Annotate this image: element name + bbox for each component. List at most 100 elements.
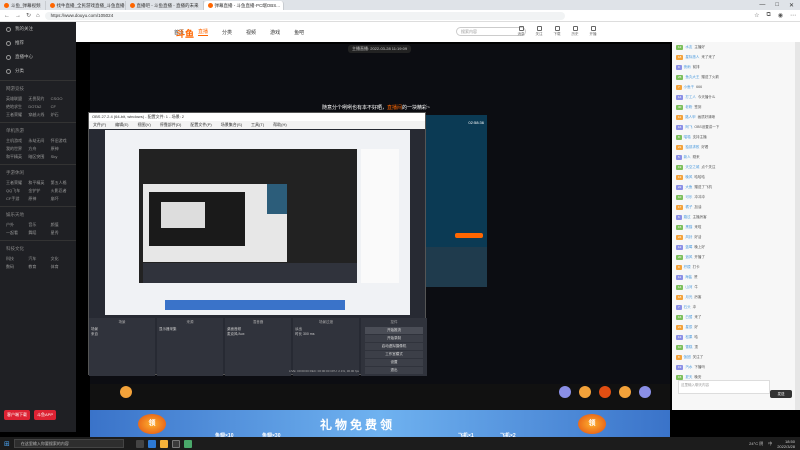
chat-username[interactable]: 路人甲 bbox=[685, 115, 696, 120]
url-input[interactable]: https://www.douyu.com/105024 bbox=[44, 11, 565, 20]
sidebar-tag[interactable]: 方舟 bbox=[28, 146, 47, 152]
refresh-icon[interactable]: ↻ bbox=[26, 12, 31, 19]
chat-username[interactable]: 柠檬 bbox=[684, 265, 691, 270]
obs-panel-item[interactable]: 工作室模式 bbox=[365, 351, 423, 358]
sidebar-tag[interactable]: 数码 bbox=[6, 264, 25, 270]
sidebar-tag[interactable]: 怀旧游戏 bbox=[51, 138, 70, 144]
sidebar-tag[interactable]: 和平精英 bbox=[28, 180, 47, 186]
explorer-icon[interactable] bbox=[159, 439, 168, 448]
sidebar-tag[interactable]: 英雄联盟 bbox=[6, 96, 25, 102]
obs-menu-item[interactable]: 文件(F) bbox=[93, 122, 106, 128]
sidebar-tag[interactable]: 绝地求生 bbox=[6, 104, 25, 110]
obs-panel-item[interactable]: 设置 bbox=[365, 359, 423, 366]
chat-username[interactable]: 松果 bbox=[685, 335, 692, 340]
sidebar-tag[interactable]: 暗区突围 bbox=[28, 154, 47, 160]
obs-panel-item[interactable]: 来自 bbox=[91, 332, 153, 337]
sidebar-tag[interactable]: 一起看 bbox=[6, 230, 25, 236]
chat-username[interactable]: 新人 bbox=[684, 155, 691, 160]
sidebar-item[interactable]: 推荐 bbox=[0, 36, 76, 50]
profile-icon[interactable]: ◉ bbox=[778, 12, 783, 19]
obs-panel-item[interactable]: 开始推流 bbox=[365, 327, 423, 334]
obs-panel-item[interactable]: 开始录制 bbox=[365, 335, 423, 342]
edge-icon[interactable] bbox=[147, 439, 156, 448]
chat-username[interactable]: 星际旅人 bbox=[685, 55, 699, 60]
sidebar-tag[interactable]: 崩坏 bbox=[51, 196, 70, 202]
window-control-1[interactable]: □ bbox=[775, 2, 779, 9]
chat-username[interactable]: 白鹭 bbox=[685, 315, 692, 320]
sidebar-tag[interactable]: Sky bbox=[51, 154, 70, 160]
header-icon-2[interactable]: 下载 bbox=[552, 26, 562, 38]
obs-menu-item[interactable]: 视图(V) bbox=[137, 122, 150, 128]
sidebar-tag[interactable]: 王者荣耀 bbox=[6, 112, 25, 118]
sidebar-tag[interactable]: 和平精英 bbox=[6, 154, 25, 160]
obs-menu-item[interactable]: 工具(T) bbox=[251, 122, 264, 128]
sidebar-tag[interactable]: 金铲铲 bbox=[28, 188, 47, 194]
forward-icon[interactable]: → bbox=[15, 13, 21, 19]
browser-tab[interactable]: 斗鱼_弹幕视频 bbox=[0, 1, 46, 10]
sidebar-tag[interactable]: CSGO bbox=[51, 96, 70, 102]
sidebar-tag[interactable]: 汽车 bbox=[28, 256, 47, 262]
sidebar-item[interactable]: 直播中心 bbox=[0, 50, 76, 64]
window-control-2[interactable]: ✕ bbox=[789, 2, 794, 9]
chat-username[interactable]: 饭团 bbox=[684, 355, 691, 360]
sidebar-tag[interactable]: 科技 bbox=[6, 256, 25, 262]
sidebar-tag[interactable]: CF bbox=[51, 104, 70, 110]
chat-username[interactable]: 晚风 bbox=[685, 175, 692, 180]
star-icon[interactable]: ☆ bbox=[754, 12, 759, 19]
sidebar-tag[interactable]: 户外 bbox=[6, 222, 25, 228]
browser-tab[interactable]: 弹幕直播 - 斗鱼直播·PC端OBS... bbox=[203, 1, 284, 10]
extensions-icon[interactable]: ⧉ bbox=[766, 12, 770, 19]
chat-username[interactable]: 黑猫 bbox=[685, 225, 692, 230]
ling-button-right[interactable]: 领 bbox=[578, 414, 606, 434]
chat-username[interactable]: 小鱼干 bbox=[684, 85, 695, 90]
ling-button-left[interactable]: 领 bbox=[138, 414, 166, 434]
chat-username[interactable]: 风铃 bbox=[685, 235, 692, 240]
sidebar-tag[interactable]: 永劫无间 bbox=[28, 138, 47, 144]
nav-item[interactable]: 游戏 bbox=[270, 29, 280, 36]
sidebar-tag[interactable]: 火影忍者 bbox=[51, 188, 70, 194]
chat-username[interactable]: 阿飞 bbox=[685, 125, 692, 130]
chat-username[interactable]: 夏天 bbox=[685, 375, 692, 380]
preview-button[interactable] bbox=[455, 233, 483, 238]
sidebar-tag[interactable]: 无畏契约 bbox=[28, 96, 47, 102]
taskbar-search[interactable]: 在这里输入你要搜索的内容 bbox=[13, 439, 124, 448]
chat-username[interactable]: 水友 bbox=[685, 45, 692, 50]
sidebar-tag[interactable]: 主机游戏 bbox=[6, 138, 25, 144]
page-scrollbar[interactable] bbox=[795, 42, 800, 410]
chrome-icon[interactable] bbox=[183, 439, 192, 448]
sidebar-bottom-button[interactable]: 斗鱼APP bbox=[34, 410, 57, 420]
task-view-icon[interactable] bbox=[135, 439, 144, 448]
sidebar-tag[interactable]: 第五人格 bbox=[51, 180, 70, 186]
nav-item[interactable]: 视频 bbox=[246, 29, 256, 36]
window-control-0[interactable]: — bbox=[759, 2, 765, 9]
chat-username[interactable]: 鱼丸大王 bbox=[685, 75, 699, 80]
chat-input[interactable]: 这里输入聊天内容 bbox=[678, 380, 770, 394]
sidebar-item[interactable]: 分类 bbox=[0, 64, 76, 78]
sidebar-tag[interactable]: 原神 bbox=[28, 196, 47, 202]
obs-panel-item[interactable]: 时长 300 ms bbox=[295, 332, 357, 337]
chat-username[interactable]: 石头 bbox=[684, 305, 691, 310]
browser-tab[interactable]: 找牛直播_全民游戏直播_斗鱼直播 bbox=[46, 1, 126, 10]
chat-username[interactable]: 月光 bbox=[685, 295, 692, 300]
chat-username[interactable]: 路过 bbox=[684, 215, 691, 220]
sidebar-tag[interactable]: 星秀 bbox=[51, 230, 70, 236]
site-logo[interactable]: 斗鱼 bbox=[176, 27, 194, 40]
back-icon[interactable]: ← bbox=[4, 13, 10, 19]
lang-indicator[interactable]: 中 bbox=[768, 441, 772, 447]
obs-panel-item[interactable]: 麦克风/Aux bbox=[227, 332, 289, 337]
header-icon-4[interactable]: 开播 bbox=[588, 26, 598, 38]
chat-username[interactable]: 星辰 bbox=[685, 325, 692, 330]
obs-menu-item[interactable]: 编辑(E) bbox=[115, 122, 128, 128]
stream-preview-card[interactable]: 02:58:36 bbox=[425, 115, 487, 287]
chat-username[interactable]: 橘子 bbox=[685, 205, 692, 210]
nav-item[interactable]: 鱼吧 bbox=[294, 29, 304, 36]
obs-panel-item[interactable]: 退出 bbox=[365, 367, 423, 374]
chat-username[interactable]: 追风 bbox=[685, 255, 692, 260]
header-icon-0[interactable]: 消息 bbox=[516, 26, 526, 38]
chat-username[interactable]: 汽水 bbox=[685, 365, 692, 370]
chat-username[interactable]: 大鱼 bbox=[685, 185, 692, 190]
sidebar-tag[interactable]: 体育 bbox=[51, 264, 70, 270]
sidebar-tag[interactable]: QQ飞车 bbox=[6, 188, 25, 194]
header-icon-1[interactable]: 关注 bbox=[534, 26, 544, 38]
obs-menu-item[interactable]: 场景集合(S) bbox=[221, 122, 242, 128]
